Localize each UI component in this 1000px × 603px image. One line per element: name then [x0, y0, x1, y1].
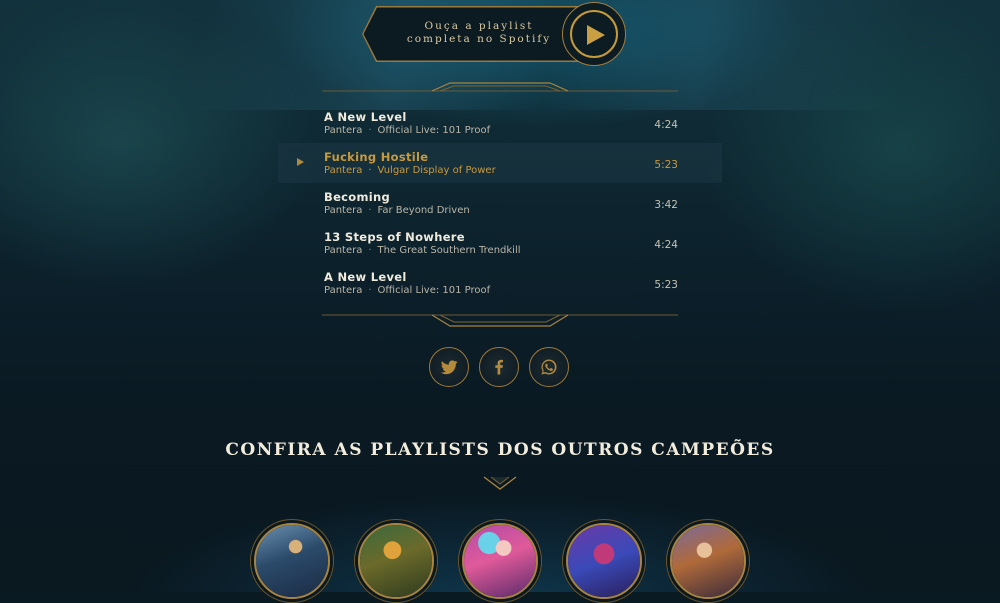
- track-meta: Pantera · Vulgar Display of Power: [324, 165, 496, 176]
- track-meta: Pantera · Official Live: 101 Proof: [324, 125, 490, 136]
- meta-separator: ·: [368, 165, 372, 176]
- meta-separator: ·: [368, 245, 372, 256]
- champion-list: [254, 523, 748, 603]
- spotify-playlist-button[interactable]: Ouça a playlist completa no Spotify: [362, 2, 638, 66]
- track-album: Official Live: 101 Proof: [377, 285, 491, 296]
- cta-label-line2: completa no Spotify: [406, 33, 552, 45]
- track-meta: Pantera · The Great Southern Trendkill: [324, 245, 521, 256]
- other-playlists-heading: CONFIRA AS PLAYLISTS DOS OUTROS CAMPEÕES: [225, 440, 775, 460]
- track-title: Fucking Hostile: [324, 150, 429, 164]
- track-artist: Pantera: [324, 165, 363, 176]
- twitter-icon: [440, 360, 458, 375]
- play-button[interactable]: [562, 2, 638, 66]
- track-artist: Pantera: [324, 245, 363, 256]
- track-title: A New Level: [324, 110, 407, 124]
- track-title: Becoming: [324, 190, 391, 204]
- champion-art: [568, 525, 640, 597]
- champion-art: [256, 525, 328, 597]
- whatsapp-icon: [541, 359, 557, 375]
- track-duration: 5:23: [654, 279, 678, 291]
- champion-art: [672, 525, 744, 597]
- heading-ornament: [262, 471, 738, 493]
- play-icon: [587, 25, 605, 45]
- facebook-icon: [495, 359, 503, 375]
- cta-label: Ouça a playlist completa no Spotify: [384, 20, 574, 46]
- track-meta: Pantera · Official Live: 101 Proof: [324, 285, 490, 296]
- track-artist: Pantera: [324, 285, 363, 296]
- track-row[interactable]: Becoming Pantera · Far Beyond Driven 3:42: [278, 183, 722, 223]
- track-album: The Great Southern Trendkill: [377, 245, 521, 256]
- facebook-share-button[interactable]: [479, 347, 519, 387]
- champion-portrait-3[interactable]: [462, 523, 538, 599]
- track-album: Official Live: 101 Proof: [377, 125, 491, 136]
- meta-separator: ·: [368, 285, 372, 296]
- now-playing-icon: [297, 158, 304, 166]
- track-album: Vulgar Display of Power: [377, 165, 496, 176]
- track-album: Far Beyond Driven: [377, 205, 470, 216]
- champion-portrait-1[interactable]: [254, 523, 330, 599]
- champion-portrait-2[interactable]: [358, 523, 434, 599]
- track-row[interactable]: Fucking Hostile Pantera · Vulgar Display of…: [278, 143, 722, 183]
- track-duration: 3:42: [654, 199, 678, 211]
- track-title: A New Level: [324, 270, 407, 284]
- tracklist-bottom-ornament: [322, 312, 678, 327]
- meta-separator: ·: [368, 205, 372, 216]
- track-row[interactable]: A New Level Pantera · Official Live: 101 Pr…: [278, 263, 722, 303]
- track-artist: Pantera: [324, 205, 363, 216]
- track-row[interactable]: A New Level Pantera · Official Live: 101 Pr…: [278, 103, 722, 143]
- meta-separator: ·: [368, 125, 372, 136]
- cta-label-line1: Ouça a playlist: [424, 20, 534, 32]
- social-share-bar: [429, 347, 573, 389]
- twitter-share-button[interactable]: [429, 347, 469, 387]
- track-list: A New Level Pantera · Official Live: 101 Pr…: [278, 103, 722, 303]
- track-title: 13 Steps of Nowhere: [324, 230, 465, 244]
- champion-portrait-5[interactable]: [670, 523, 746, 599]
- champion-portrait-4[interactable]: [566, 523, 642, 599]
- tracklist-top-ornament: [322, 79, 678, 93]
- whatsapp-share-button[interactable]: [529, 347, 569, 387]
- champion-art: [464, 525, 536, 597]
- track-row[interactable]: 13 Steps of Nowhere Pantera · The Great Sou…: [278, 223, 722, 263]
- champion-art: [360, 525, 432, 597]
- track-duration: 4:24: [654, 119, 678, 131]
- track-duration: 5:23: [654, 159, 678, 171]
- track-duration: 4:24: [654, 239, 678, 251]
- track-artist: Pantera: [324, 125, 363, 136]
- track-meta: Pantera · Far Beyond Driven: [324, 205, 470, 216]
